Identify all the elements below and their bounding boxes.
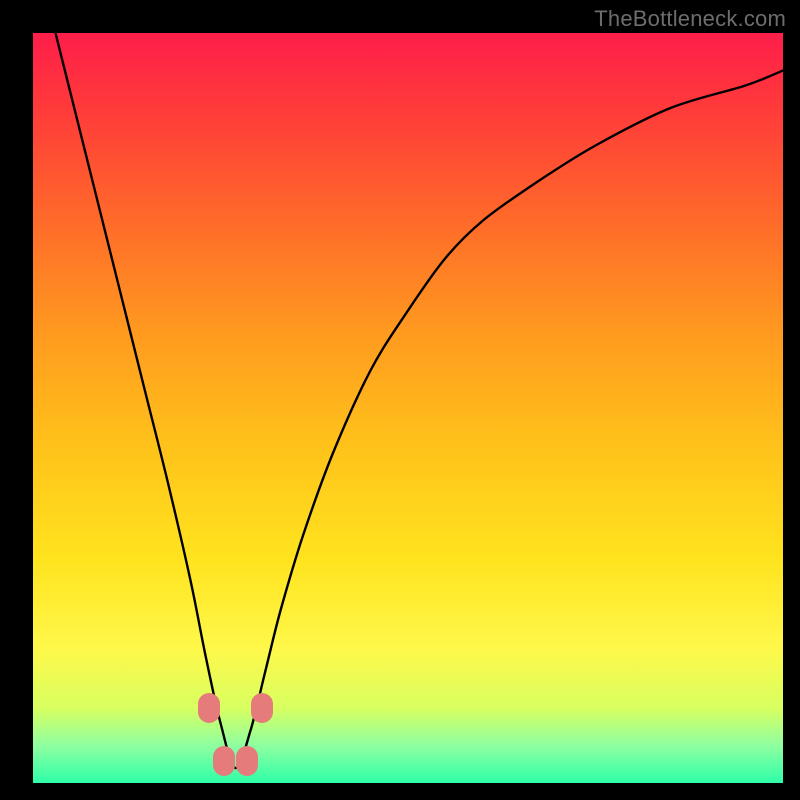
bottleneck-curve [56, 33, 784, 768]
highlight-marker [236, 746, 258, 776]
highlight-marker [251, 693, 273, 723]
highlight-marker [213, 746, 235, 776]
watermark-text: TheBottleneck.com [594, 6, 786, 32]
plot-area [33, 33, 783, 783]
highlight-marker [198, 693, 220, 723]
chart-stage: TheBottleneck.com [0, 0, 800, 800]
curve-layer [33, 33, 783, 783]
